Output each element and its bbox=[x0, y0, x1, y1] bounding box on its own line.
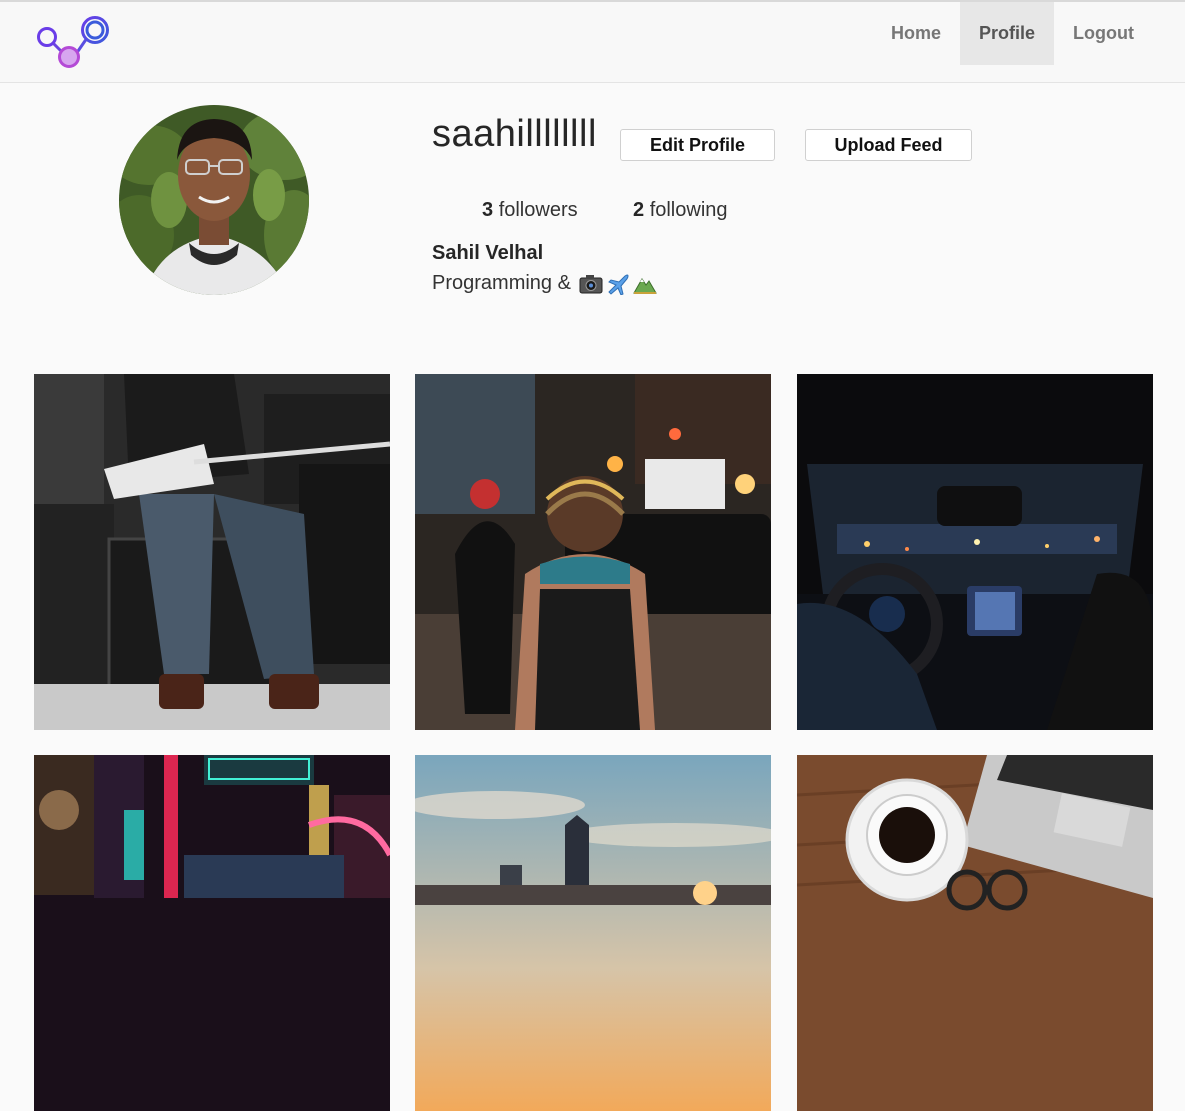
followers-label: followers bbox=[498, 199, 578, 221]
skyline-sunset-photo bbox=[415, 755, 771, 1111]
neon-city-photo bbox=[34, 755, 390, 1111]
camera-icon bbox=[579, 273, 603, 295]
logo-icon[interactable] bbox=[36, 14, 112, 72]
nav-home[interactable]: Home bbox=[872, 2, 960, 65]
navbar: Home Profile Logout bbox=[0, 2, 1185, 83]
bio-text: Programming & bbox=[432, 272, 571, 294]
nav-logout[interactable]: Logout bbox=[1054, 2, 1153, 65]
coffee-laptop-photo bbox=[797, 755, 1153, 1111]
feed-post[interactable] bbox=[797, 374, 1153, 730]
edit-profile-button[interactable]: Edit Profile bbox=[620, 129, 775, 161]
city-street-photo bbox=[415, 374, 771, 730]
feed-post[interactable] bbox=[34, 755, 390, 1111]
following-stat[interactable]: 2 following bbox=[633, 199, 728, 222]
followers-stat[interactable]: 3 followers bbox=[482, 199, 578, 222]
feed-post[interactable] bbox=[34, 374, 390, 730]
profile-bio: Programming & bbox=[432, 272, 657, 295]
upload-feed-button[interactable]: Upload Feed bbox=[805, 129, 972, 161]
followers-count: 3 bbox=[482, 199, 494, 221]
feed-post[interactable] bbox=[415, 755, 771, 1111]
guitarist-photo bbox=[34, 374, 390, 730]
profile-full-name: Sahil Velhal bbox=[432, 242, 544, 264]
mountain-icon bbox=[633, 273, 657, 295]
nav-profile[interactable]: Profile bbox=[960, 2, 1055, 65]
nav-menu: Home Profile Logout bbox=[872, 2, 1153, 65]
car-night-photo bbox=[797, 374, 1153, 730]
following-label: following bbox=[649, 199, 728, 221]
feed-post[interactable] bbox=[415, 374, 771, 730]
avatar[interactable] bbox=[119, 105, 309, 295]
airplane-icon bbox=[606, 273, 630, 295]
profile-username: saahillllllll bbox=[432, 113, 597, 155]
feed-post[interactable] bbox=[797, 755, 1153, 1111]
following-count: 2 bbox=[633, 199, 645, 221]
